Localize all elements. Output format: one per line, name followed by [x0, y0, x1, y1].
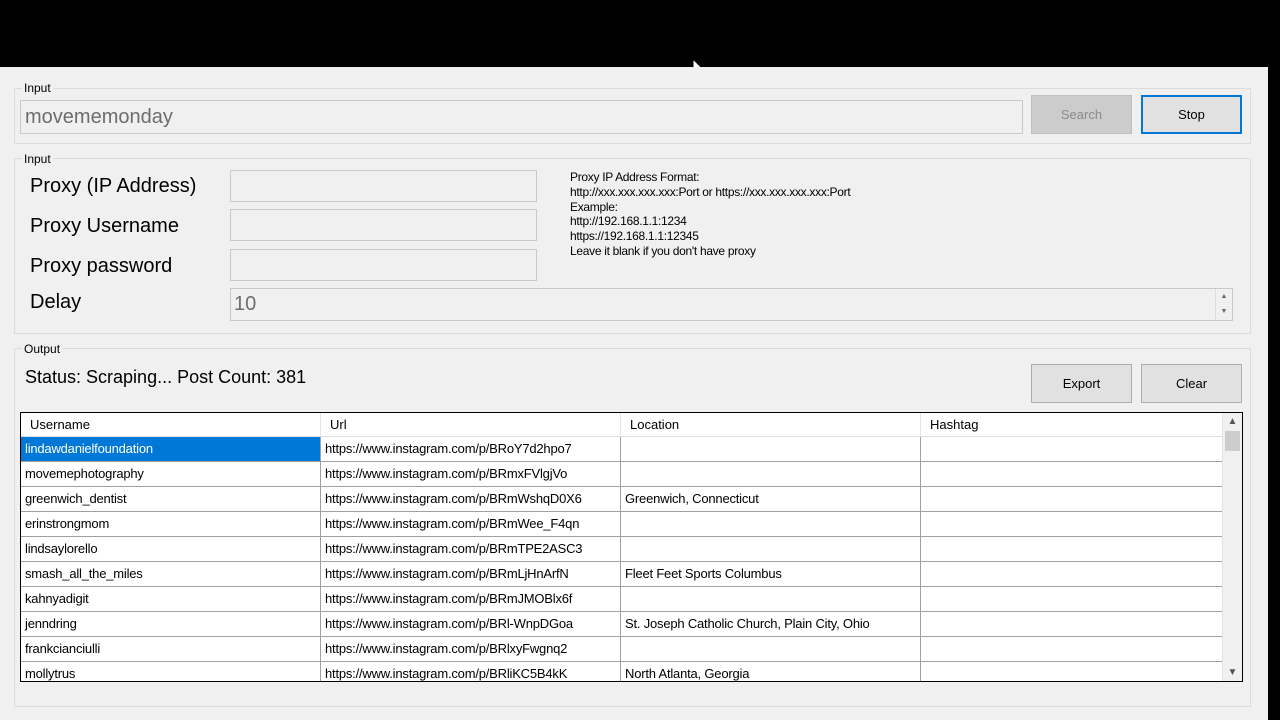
- table-row[interactable]: smash_all_the_miles https://www.instagram…: [21, 562, 1223, 587]
- right-black-edge: [1268, 67, 1280, 720]
- cell-hashtag[interactable]: [921, 487, 1223, 511]
- search-group-label: Input: [22, 81, 53, 95]
- export-button[interactable]: Export: [1031, 364, 1132, 403]
- cell-location[interactable]: [621, 637, 921, 661]
- cell-url[interactable]: https://www.instagram.com/p/BRlxyFwgnq2: [321, 637, 621, 661]
- cell-location[interactable]: St. Joseph Catholic Church, Plain City, …: [621, 612, 921, 636]
- cell-location[interactable]: [621, 512, 921, 536]
- proxy-ip-input[interactable]: [230, 170, 537, 202]
- app-window: Input movememonday Search Stop Input Pro…: [0, 67, 1268, 720]
- proxy-username-input[interactable]: [230, 209, 537, 241]
- vertical-scrollbar[interactable]: ▲ ▼: [1222, 413, 1242, 681]
- scroll-up-icon[interactable]: ▲: [1223, 413, 1242, 430]
- cell-username[interactable]: lindsaylorello: [21, 537, 321, 561]
- table-row[interactable]: greenwich_dentist https://www.instagram.c…: [21, 487, 1223, 512]
- cell-url[interactable]: https://www.instagram.com/p/BRmLjHnArfN: [321, 562, 621, 586]
- table-row[interactable]: kahnyadigit https://www.instagram.com/p/B…: [21, 587, 1223, 612]
- cell-url[interactable]: https://www.instagram.com/p/BRliKC5B4kK: [321, 662, 621, 681]
- scroll-thumb[interactable]: [1225, 431, 1240, 451]
- search-button[interactable]: Search: [1031, 95, 1132, 134]
- cell-location[interactable]: [621, 462, 921, 486]
- column-header-hashtag[interactable]: Hashtag: [921, 413, 1223, 436]
- table-row[interactable]: frankcianciulli https://www.instagram.com…: [21, 637, 1223, 662]
- cell-url[interactable]: https://www.instagram.com/p/BRmJMOBlx6f: [321, 587, 621, 611]
- column-header-username[interactable]: Username: [21, 413, 321, 436]
- cell-username[interactable]: frankcianciulli: [21, 637, 321, 661]
- cell-hashtag[interactable]: [921, 512, 1223, 536]
- cell-hashtag[interactable]: [921, 637, 1223, 661]
- delay-value[interactable]: 10: [234, 293, 256, 315]
- cell-url[interactable]: https://www.instagram.com/p/BRoY7d2hpo7: [321, 437, 621, 461]
- cell-username[interactable]: erinstrongmom: [21, 512, 321, 536]
- proxy-group-label: Input: [22, 152, 53, 166]
- cell-hashtag[interactable]: [921, 612, 1223, 636]
- search-input[interactable]: movememonday: [20, 100, 1023, 134]
- cell-username[interactable]: mollytrus: [21, 662, 321, 681]
- help-line: Leave it blank if you don't have proxy: [570, 243, 756, 258]
- table-body: lindawdanielfoundation https://www.instag…: [21, 437, 1223, 681]
- table-row[interactable]: lindsaylorello https://www.instagram.com/…: [21, 537, 1223, 562]
- cell-location[interactable]: Fleet Feet Sports Columbus: [621, 562, 921, 586]
- proxy-password-input[interactable]: [230, 249, 537, 281]
- column-header-location[interactable]: Location: [621, 413, 921, 436]
- cell-username[interactable]: smash_all_the_miles: [21, 562, 321, 586]
- delay-label: Delay: [30, 291, 82, 313]
- results-table[interactable]: Username Url Location Hashtag lindawdani…: [20, 412, 1243, 682]
- help-line: Proxy IP Address Format:: [570, 170, 700, 184]
- cell-hashtag[interactable]: [921, 437, 1223, 461]
- cell-location[interactable]: Greenwich, Connecticut: [621, 487, 921, 511]
- proxy-ip-label: Proxy (IP Address): [30, 175, 197, 197]
- cell-hashtag[interactable]: [921, 462, 1223, 486]
- scroll-down-icon[interactable]: ▼: [1223, 664, 1242, 681]
- help-line: https://192.168.1.1:12345: [570, 229, 699, 244]
- help-line: http://xxx.xxx.xxx.xxx:Port or https://x…: [570, 184, 851, 199]
- table-row[interactable]: mollytrus https://www.instagram.com/p/BRl…: [21, 662, 1223, 681]
- cell-username[interactable]: kahnyadigit: [21, 587, 321, 611]
- cell-username[interactable]: greenwich_dentist: [21, 487, 321, 511]
- cell-url[interactable]: https://www.instagram.com/p/BRmWshqD0X6: [321, 487, 621, 511]
- cell-hashtag[interactable]: [921, 587, 1223, 611]
- cell-username[interactable]: movemephotography: [21, 462, 321, 486]
- table-row[interactable]: lindawdanielfoundation https://www.instag…: [21, 437, 1223, 462]
- output-group-label: Output: [22, 342, 63, 356]
- cell-url[interactable]: https://www.instagram.com/p/BRmxFVlgjVo: [321, 462, 621, 486]
- column-header-url[interactable]: Url: [321, 413, 621, 436]
- proxy-help-text: Proxy IP Address Format: http://xxx.xxx.…: [570, 170, 851, 259]
- cell-location[interactable]: [621, 587, 921, 611]
- cell-location[interactable]: North Atlanta, Georgia: [621, 662, 921, 681]
- status-text: Status: Scraping... Post Count: 381: [25, 367, 307, 387]
- help-line: Example:: [570, 199, 618, 214]
- cell-hashtag[interactable]: [921, 537, 1223, 561]
- cell-url[interactable]: https://www.instagram.com/p/BRmWee_F4qn: [321, 512, 621, 536]
- top-black-bar: [0, 0, 1280, 67]
- cell-location[interactable]: [621, 437, 921, 461]
- table-row[interactable]: erinstrongmom https://www.instagram.com/p…: [21, 512, 1223, 537]
- table-row[interactable]: movemephotography https://www.instagram.c…: [21, 462, 1223, 487]
- help-line: http://192.168.1.1:1234: [570, 214, 687, 229]
- cell-url[interactable]: https://www.instagram.com/p/BRl-WnpDGoa: [321, 612, 621, 636]
- cell-url[interactable]: https://www.instagram.com/p/BRmTPE2ASC3: [321, 537, 621, 561]
- proxy-password-label: Proxy password: [30, 255, 173, 277]
- spin-down-icon[interactable]: ▼: [1216, 304, 1232, 319]
- spin-up-icon[interactable]: ▲: [1216, 289, 1232, 304]
- delay-spinner-buttons: ▲ ▼: [1215, 289, 1232, 320]
- cell-location[interactable]: [621, 537, 921, 561]
- cell-hashtag[interactable]: [921, 562, 1223, 586]
- cell-hashtag[interactable]: [921, 662, 1223, 681]
- stop-button[interactable]: Stop: [1141, 95, 1242, 134]
- clear-button[interactable]: Clear: [1141, 364, 1242, 403]
- proxy-username-label: Proxy Username: [30, 215, 179, 237]
- cell-username[interactable]: lindawdanielfoundation: [21, 437, 321, 461]
- cell-username[interactable]: jenndring: [21, 612, 321, 636]
- table-header: Username Url Location Hashtag: [21, 413, 1223, 437]
- table-row[interactable]: jenndring https://www.instagram.com/p/BRl…: [21, 612, 1223, 637]
- delay-spinner[interactable]: 10 ▲ ▼: [230, 288, 1233, 321]
